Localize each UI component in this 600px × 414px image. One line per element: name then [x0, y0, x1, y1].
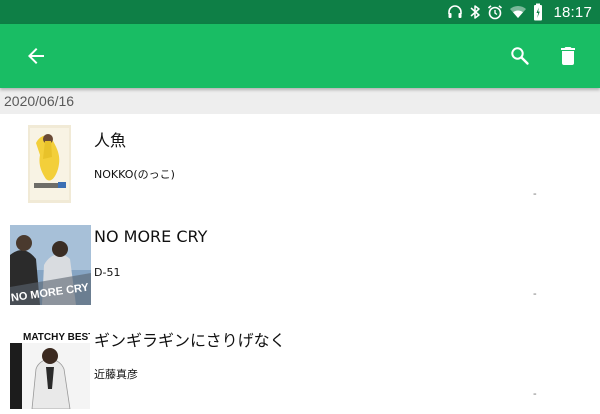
status-time: 18:17 [553, 3, 592, 21]
track-meta: - [533, 388, 537, 400]
list-item[interactable]: 人魚 NOKKO(のっこ) - [0, 114, 600, 214]
track-title: ギンギラギンにさりげなく [94, 331, 286, 350]
back-arrow-icon [28, 48, 44, 64]
search-icon [511, 47, 529, 65]
list-item[interactable]: NO MORE CRY D-51 NO MORE CRY D-51 - [0, 214, 600, 314]
date-section-header: 2020/06/16 [0, 88, 600, 114]
bluetooth-icon [470, 5, 481, 19]
list-item[interactable]: MATCHY BEST ギンギラギンにさりげなく 近藤真彦 - [0, 314, 600, 414]
app-bar [0, 24, 600, 88]
battery-icon [534, 3, 543, 21]
album-thumbnail: MATCHY BEST [10, 329, 90, 409]
back-button[interactable] [24, 44, 48, 68]
cover-art-text: MATCHY BEST [23, 332, 90, 343]
delete-icon [561, 47, 575, 65]
date-header-text: 2020/06/16 [4, 93, 75, 109]
delete-button[interactable] [556, 44, 580, 68]
track-meta: - [533, 288, 537, 300]
status-bar: 18:17 [0, 0, 600, 24]
status-icons: 18:17 [447, 0, 592, 24]
album-thumbnail [28, 125, 71, 203]
track-artist: D-51 [94, 266, 121, 279]
track-meta: - [533, 188, 537, 200]
track-title: NO MORE CRY [94, 227, 208, 246]
search-button[interactable] [508, 44, 532, 68]
headphones-icon [448, 5, 463, 18]
track-artist: 近藤真彦 [94, 368, 138, 381]
alarm-icon [488, 5, 503, 20]
album-thumbnail: NO MORE CRY D-51 [10, 225, 91, 305]
track-artist: NOKKO(のっこ) [94, 168, 175, 181]
wifi-icon [510, 5, 527, 18]
track-title: 人魚 [94, 131, 127, 150]
